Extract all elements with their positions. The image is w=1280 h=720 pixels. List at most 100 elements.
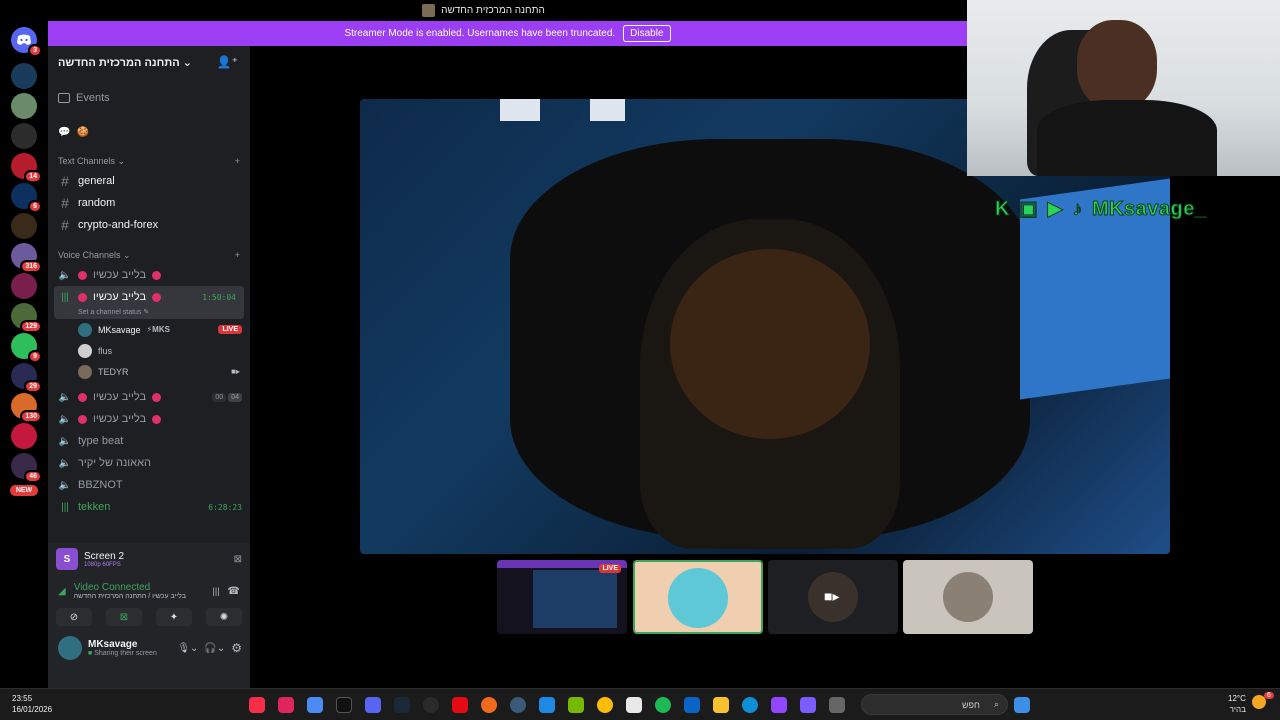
red-dot-icon (152, 414, 162, 424)
channel-status[interactable]: Set a channel status ✎ (54, 308, 244, 319)
game-launcher-icon[interactable] (481, 697, 497, 713)
task-view-icon[interactable] (829, 697, 845, 713)
active-voice-channel[interactable]: ||| בלייב עכשיו 1:50:04 Set a channel st… (54, 286, 244, 319)
file-explorer-icon[interactable] (713, 697, 729, 713)
server-icon[interactable]: 9 (11, 333, 42, 363)
add-channel-icon[interactable]: + (235, 156, 240, 166)
stop-stream-icon[interactable]: ⊠ (234, 554, 242, 565)
voice-channel[interactable]: 🔈 האאונה של יקיר (48, 452, 250, 474)
channel-general[interactable]: # general (48, 170, 250, 192)
server-icon[interactable]: 130 (11, 393, 42, 423)
voice-channel[interactable]: ||| בלייב עכשיו 1:50:04 (54, 286, 244, 308)
twitch-icon[interactable] (771, 697, 787, 713)
server-icon[interactable]: 129 (11, 303, 42, 333)
server-icon[interactable]: 14 (11, 153, 42, 183)
server-icon[interactable]: 29 (11, 363, 42, 393)
server-icon[interactable] (11, 273, 37, 299)
music-app-icon[interactable] (249, 697, 265, 713)
search-icon: ⌕ (993, 699, 999, 709)
server-icon[interactable]: 316 (11, 243, 42, 273)
nvidia-icon[interactable] (568, 697, 584, 713)
server-boosts-row[interactable]: 💬 🍪 (48, 122, 250, 142)
server-icon[interactable] (11, 423, 37, 449)
edge-icon[interactable] (742, 697, 758, 713)
red-dot-icon (152, 392, 162, 402)
taskbar-search[interactable]: חפש ⌕ (861, 694, 1008, 715)
voice-channel[interactable]: 🔈 BBZNOT (48, 474, 250, 496)
voice-user-tedyr[interactable]: TEDYR ■▸ (48, 361, 250, 382)
voice-channel[interactable]: ||| tekken 6:28:23 (48, 496, 250, 518)
streamer-overlay-name: K ▣ ▶ ♪ MKsavage_ (995, 196, 1207, 221)
voice-channel[interactable]: 🔈 type beat (48, 430, 250, 452)
spotify-icon[interactable] (655, 697, 671, 713)
disconnect-icon[interactable]: ☎ (228, 586, 240, 597)
netflix-icon[interactable] (452, 697, 468, 713)
speaker-icon: 🔈 (58, 479, 72, 491)
text-channels-category[interactable]: Text Channels ⌄ + (48, 152, 250, 170)
thumbnail-screen-share[interactable]: LIVE (497, 560, 627, 634)
voice-user-mksavage[interactable]: MKsavage ⚡MKS LIVE (48, 319, 250, 340)
chrome-icon[interactable] (597, 697, 613, 713)
voice-user-flus[interactable]: flus (48, 340, 250, 361)
thumbnail-user-tedyr[interactable] (903, 560, 1033, 634)
channel-random[interactable]: # random (48, 192, 250, 214)
tiktok-app-icon[interactable] (278, 697, 294, 713)
soundboard-button[interactable]: ✺ (206, 608, 242, 626)
avatar (943, 572, 993, 622)
new-pill[interactable]: NEW (9, 485, 39, 496)
overlay-name-text: MKsavage_ (1091, 198, 1207, 221)
signal-icon[interactable]: ◢ (58, 586, 66, 597)
user-panel-status: ■ Sharing their screen (88, 650, 157, 657)
noise-suppression-icon[interactable]: ||| (213, 586, 220, 596)
browser-app-icon[interactable] (307, 697, 323, 713)
store-icon[interactable] (626, 697, 642, 713)
weather-widget[interactable]: 12°C בהיר (1228, 693, 1246, 715)
microphone-icon[interactable]: 🎙⌄ (177, 643, 198, 654)
server-icon[interactable] (11, 63, 37, 89)
steam-icon[interactable] (394, 697, 410, 713)
red-dot-icon (78, 392, 87, 402)
voice-channel[interactable]: 🔈 בלייב עכשיו (48, 408, 250, 430)
channel-crypto-and-forex[interactable]: # crypto-and-forex (48, 214, 250, 236)
invite-icon[interactable]: 👤⁺ (217, 55, 238, 69)
camera-off-button[interactable]: ⊘ (56, 608, 92, 626)
voice-channel[interactable]: 🔈 בלייב עכשיו 00 04 (48, 386, 250, 408)
server-header[interactable]: התחנה המרכזית החדשה ⌄ 👤⁺ (48, 46, 250, 78)
thumbnail-user-video[interactable]: ■▸ (768, 560, 898, 634)
headphones-icon[interactable]: 🎧⌄ (204, 643, 225, 654)
activities-button[interactable]: ✦ (156, 608, 192, 626)
copilot-icon[interactable] (800, 697, 816, 713)
discord-taskbar-icon[interactable] (365, 697, 381, 713)
add-channel-icon[interactable]: + (235, 250, 240, 260)
obs-icon[interactable] (423, 697, 439, 713)
voice-channel[interactable]: 🔈 בלייב עכשיו (48, 264, 250, 286)
channel-label: general (78, 175, 115, 187)
badge: 6 (28, 200, 42, 213)
server-icon[interactable]: 46 (11, 453, 42, 483)
server-icon[interactable] (11, 213, 37, 239)
connection-status: Video Connected (73, 582, 151, 593)
server-icon[interactable] (11, 123, 37, 149)
badge: 3 (28, 44, 42, 57)
app-icon[interactable] (510, 697, 526, 713)
user-avatar[interactable] (58, 636, 82, 660)
windows-start-icon[interactable] (1014, 697, 1030, 713)
screen-share-row[interactable]: S Screen 2 1080p 60FPS ⊠ (48, 542, 250, 576)
tiktok-icon[interactable] (336, 697, 352, 713)
streamer-mode-banner: Streamer Mode is enabled. Usernames have… (48, 21, 967, 46)
screen-share-button[interactable]: ⊠ (106, 608, 142, 626)
user-panel: MKsavage ■ Sharing their screen 🎙⌄ 🎧⌄ ⚙ (48, 626, 250, 660)
server-icon[interactable] (11, 93, 37, 119)
settings-gear-icon[interactable]: ⚙ (231, 641, 242, 655)
windows-taskbar: 23:55 16/01/2026 12°C בהיר 6 (0, 688, 1280, 720)
server-icon[interactable]: 6 (11, 183, 42, 213)
thumbnail-user-mksavage[interactable] (633, 560, 763, 634)
app-icon[interactable] (539, 697, 555, 713)
voice-channels-category[interactable]: Voice Channels ⌄ + (48, 246, 250, 264)
events-item[interactable]: Events (48, 86, 250, 110)
disable-streamer-mode-button[interactable]: Disable (623, 25, 671, 42)
server-icon (422, 4, 436, 17)
taskbar-clock[interactable]: 23:55 16/01/2026 (12, 693, 52, 715)
discord-home-icon[interactable]: 3 (11, 27, 42, 57)
outlook-icon[interactable] (684, 697, 700, 713)
